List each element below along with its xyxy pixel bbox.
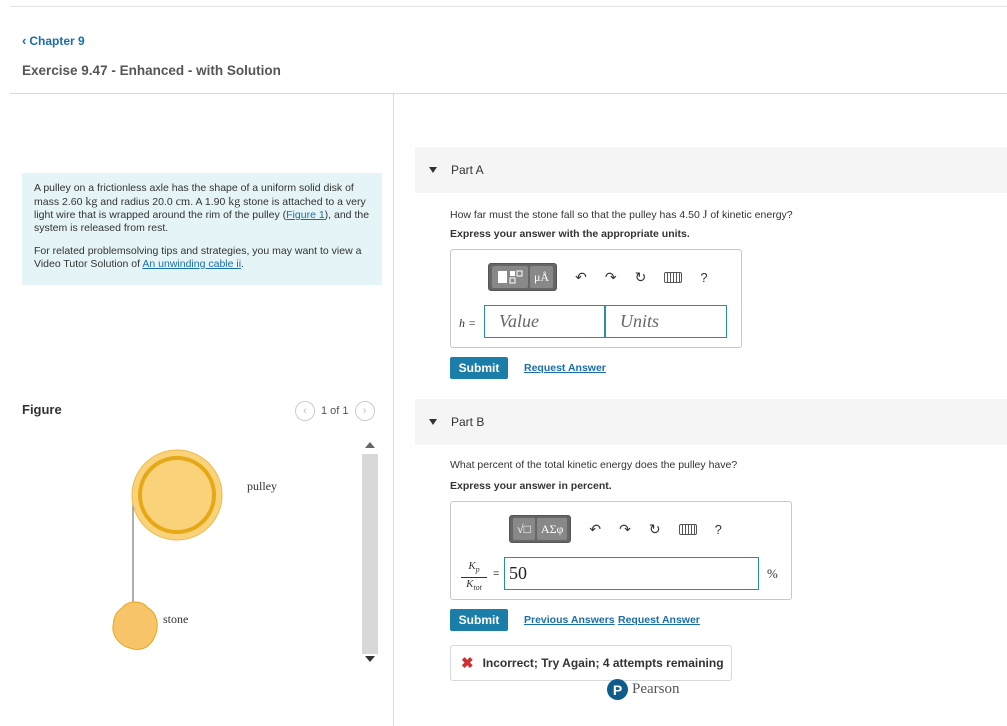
help-icon[interactable]: ? [715, 522, 722, 537]
next-figure-button[interactable]: › [354, 401, 375, 421]
part-b-submit-button[interactable]: Submit [450, 609, 508, 631]
tips-text: For related problemsolving tips and stra… [34, 245, 362, 270]
pearson-p-icon: P [607, 679, 628, 700]
units-template-icon[interactable]: μÅ [530, 266, 554, 288]
keyboard-icon[interactable] [678, 523, 697, 535]
problem-text: A pulley on a frictionless axle has the … [34, 182, 370, 234]
pulley-disk [131, 449, 223, 541]
redo-icon[interactable]: ↷ [619, 521, 631, 538]
pearson-brand-text: Pearson [632, 681, 680, 697]
reset-icon[interactable]: ↻ [635, 269, 647, 286]
stone-label: stone [163, 612, 188, 626]
stone-shape [112, 601, 158, 650]
incorrect-x-icon: ✖ [461, 655, 474, 672]
part-b-toolbar: √□ ΑΣφ ↶ ↷ ↻ ? [509, 515, 722, 543]
keyboard-icon[interactable] [664, 271, 683, 283]
part-a-request-answer-link[interactable]: Request Answer [524, 362, 606, 374]
pulley-label: pulley [247, 479, 277, 493]
units-input[interactable]: Units [605, 305, 727, 338]
part-a-question: How far must the stone fall so that the … [450, 207, 793, 221]
previous-answers-link[interactable]: Previous Answers [524, 614, 615, 626]
kp-over-ktot-fraction: Kp Ktot [461, 560, 487, 594]
value-input[interactable]: Value [484, 305, 605, 338]
exercise-title: Exercise 9.47 - Enhanced - with Solution [22, 63, 281, 78]
h-variable-label: h = [459, 316, 477, 330]
figure-scrollbar[interactable] [362, 440, 378, 668]
header-divider [10, 93, 1007, 94]
equals-sign: = [493, 568, 500, 580]
percent-answer-input[interactable]: 50 [504, 557, 759, 590]
collapse-triangle-icon [429, 419, 437, 425]
scroll-up-icon[interactable] [365, 442, 375, 448]
template-toolbar: μÅ [488, 263, 558, 291]
fraction-template-icon[interactable] [492, 266, 528, 288]
help-icon[interactable]: ? [700, 270, 707, 285]
scrollbar-thumb[interactable] [362, 454, 378, 654]
problem-statement: A pulley on a frictionless axle has the … [22, 173, 382, 285]
template-toolbar: √□ ΑΣφ [509, 515, 572, 543]
percent-unit-label: % [767, 566, 778, 581]
reset-icon[interactable]: ↻ [649, 521, 661, 538]
scroll-down-icon[interactable] [365, 656, 375, 662]
incorrect-feedback: ✖ Incorrect; Try Again; 4 attempts remai… [450, 645, 732, 681]
prev-figure-button[interactable]: ‹ [295, 401, 315, 421]
greek-template-icon[interactable]: ΑΣφ [536, 518, 568, 540]
chevron-left-icon: ‹ [22, 33, 27, 48]
collapse-triangle-icon [429, 167, 437, 173]
part-a-header[interactable]: Part A [415, 147, 1007, 193]
figure-pager: ‹ 1 of 1 › [295, 401, 375, 421]
figure-1-link[interactable]: Figure 1 [286, 209, 325, 221]
figure-heading: Figure [22, 402, 62, 417]
chapter-back-link[interactable]: ‹ Chapter 9 [22, 33, 85, 48]
figure-page-indicator: 1 of 1 [321, 405, 349, 417]
sqrt-template-icon[interactable]: √□ [513, 518, 535, 540]
part-b-header[interactable]: Part B [415, 399, 1007, 445]
part-a-submit-button[interactable]: Submit [450, 357, 508, 379]
chapter-link-label: Chapter 9 [29, 33, 85, 48]
top-divider [10, 6, 1007, 7]
part-a-instruction: Express your answer with the appropriate… [450, 228, 690, 240]
part-a-toolbar: μÅ ↶ ↷ ↻ ? [488, 263, 708, 291]
part-b-question: What percent of the total kinetic energy… [450, 459, 738, 471]
undo-icon[interactable]: ↶ [575, 269, 587, 286]
column-divider [393, 93, 394, 726]
pulley-figure: pulley stone [112, 449, 277, 650]
part-b-answer-box: √□ ΑΣφ ↶ ↷ ↻ ? Kp Ktot = 50 % [450, 501, 792, 600]
undo-icon[interactable]: ↶ [589, 521, 601, 538]
part-a-answer-box: μÅ ↶ ↷ ↻ ? h = Value Units [450, 249, 742, 348]
video-tutor-link[interactable]: An unwinding cable ii [142, 258, 241, 270]
part-b-instruction: Express your answer in percent. [450, 480, 612, 492]
pearson-logo: P Pearson [607, 679, 680, 700]
part-b-request-answer-link[interactable]: Request Answer [618, 614, 700, 626]
redo-icon[interactable]: ↷ [605, 269, 617, 286]
